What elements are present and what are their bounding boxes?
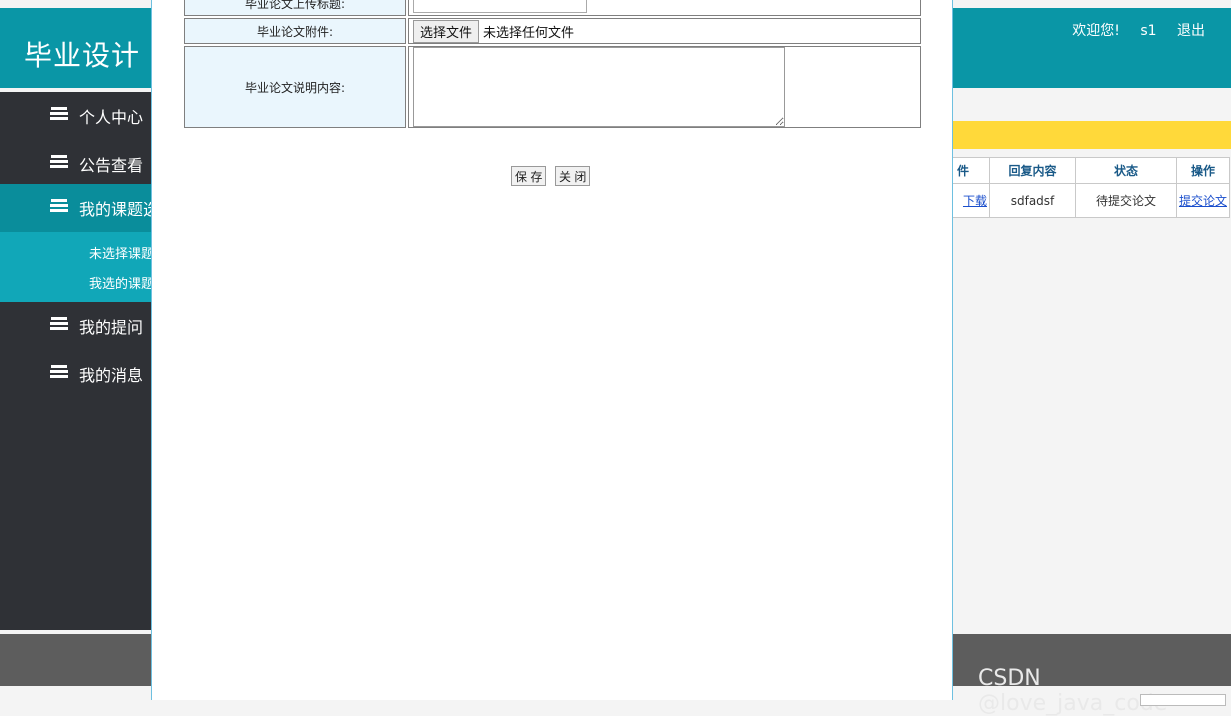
sidebar-item-my-questions[interactable]: 我的提问: [0, 302, 152, 350]
field-label: 毕业论文附件:: [184, 18, 406, 44]
user-bar: 欢迎您! s1 退出: [1056, 20, 1205, 40]
sidebar-item-label: 公告查看: [79, 156, 144, 175]
table-cell: 待提交论文: [1075, 183, 1177, 218]
partial-button[interactable]: [1140, 694, 1226, 706]
choose-file-button[interactable]: 选择文件: [413, 19, 480, 43]
table-header-row: 件 回复内容 状态 操作: [936, 157, 1230, 184]
field-cell: 选择文件 未选择任何文件: [408, 18, 921, 44]
stack-icon: [50, 317, 68, 330]
sidebar-submenu: 未选择课题 我选的课题: [0, 232, 154, 302]
form-row: 毕业论文说明内容:: [184, 46, 921, 128]
submit-paper-link[interactable]: 提交论文: [1179, 194, 1227, 208]
upload-form: 毕业论文上传标题: 毕业论文附件: 选择文件 未选择任何文件 毕业论文说明内容:: [182, 0, 923, 130]
sidebar: 个人中心 公告查看 我的课题选 未选择课题 我选的课题 我的提问 我的消息: [0, 92, 159, 630]
column-header: 回复内容: [989, 157, 1076, 184]
save-button[interactable]: 保 存: [511, 166, 547, 186]
close-button[interactable]: 关 闭: [555, 166, 591, 186]
table-cell: 提交论文: [1176, 183, 1230, 218]
form-row: 毕业论文上传标题:: [184, 0, 921, 16]
description-textarea[interactable]: [413, 47, 785, 127]
table-row: 下载 sdfadsf 待提交论文 提交论文: [936, 183, 1230, 218]
column-header: 操作: [1176, 157, 1230, 184]
file-status: 未选择任何文件: [483, 25, 575, 41]
field-cell: [408, 46, 921, 128]
stack-icon: [50, 365, 68, 378]
username: s1: [1140, 23, 1157, 39]
stack-icon: [50, 199, 68, 212]
watermark: CSDN @love_java_code: [978, 666, 1168, 716]
sidebar-item-personal-center[interactable]: 个人中心: [0, 92, 152, 140]
download-link[interactable]: 下载: [963, 194, 987, 208]
sidebar-item-label: 我的课题选: [79, 200, 160, 219]
field-cell: [408, 0, 921, 16]
column-header: 状态: [1075, 157, 1177, 184]
field-label: 毕业论文上传标题:: [184, 0, 406, 16]
sidebar-item-label: 个人中心: [79, 108, 144, 127]
logout-link[interactable]: 退出: [1177, 23, 1205, 39]
stack-icon: [50, 155, 68, 168]
submenu-item-unselected-topics[interactable]: 未选择课题: [89, 243, 154, 262]
stack-icon: [50, 107, 68, 120]
topic-table: 件 回复内容 状态 操作 下载 sdfadsf 待提交论文 提交论文: [936, 157, 1230, 218]
welcome-text: 欢迎您!: [1072, 23, 1120, 39]
sidebar-item-topic-selection[interactable]: 我的课题选: [0, 184, 159, 232]
submenu-item-my-topics[interactable]: 我选的课题: [89, 273, 154, 292]
title-input[interactable]: [413, 0, 587, 13]
app-title: 毕业设计: [24, 39, 141, 72]
sidebar-item-label: 我的提问: [79, 318, 144, 337]
sidebar-item-announcements[interactable]: 公告查看: [0, 140, 152, 188]
form-row: 毕业论文附件: 选择文件 未选择任何文件: [184, 18, 921, 44]
upload-dialog: 毕业论文上传标题: 毕业论文附件: 选择文件 未选择任何文件 毕业论文说明内容: …: [151, 0, 953, 700]
sidebar-item-label: 我的消息: [79, 366, 144, 385]
field-label: 毕业论文说明内容:: [184, 46, 406, 128]
sidebar-item-my-messages[interactable]: 我的消息: [0, 350, 152, 398]
table-cell: sdfadsf: [989, 183, 1076, 218]
content-banner: [952, 121, 1231, 149]
